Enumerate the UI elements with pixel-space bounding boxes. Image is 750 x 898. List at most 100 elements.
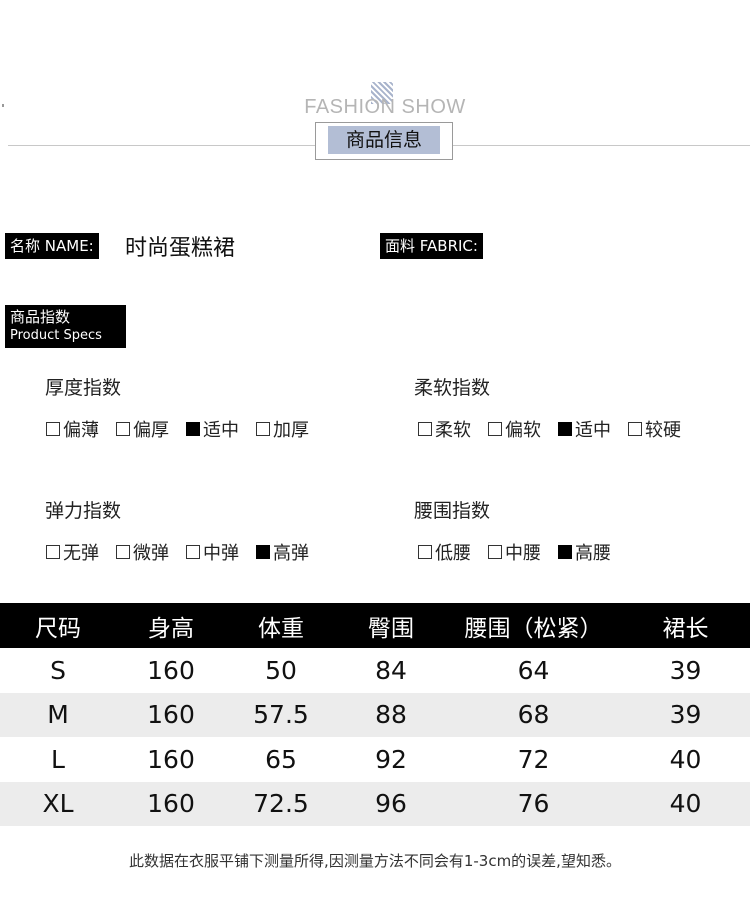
table-cell: 160	[147, 700, 195, 730]
checked-box-icon	[558, 545, 572, 559]
checked-box-icon	[256, 545, 270, 559]
table-cell: 92	[375, 744, 407, 774]
option-item[interactable]: 低腰	[418, 539, 471, 565]
option-label: 微弹	[133, 543, 169, 564]
option-label: 适中	[203, 420, 239, 441]
option-label: 较硬	[645, 420, 681, 441]
table-cell: M	[47, 700, 69, 730]
table-cell: 50	[265, 655, 297, 685]
name-value: 时尚蛋糕裙	[125, 236, 236, 261]
elasticity-title: 弹力指数	[45, 500, 122, 522]
column-header: 身高	[148, 615, 194, 642]
table-cell: 160	[147, 744, 195, 774]
checked-box-icon	[558, 422, 572, 436]
header-subtitle: FASHION SHOW	[304, 96, 466, 118]
option-label: 中腰	[505, 543, 541, 564]
column-header: 体重	[258, 615, 304, 642]
option-item[interactable]: 偏厚	[116, 416, 169, 442]
option-item[interactable]: 无弹	[46, 539, 99, 565]
option-item[interactable]: 偏软	[488, 416, 541, 442]
table-cell: 64	[517, 655, 550, 685]
checkbox-icon	[256, 422, 270, 436]
waist-options: 低腰 中腰 高腰	[418, 539, 628, 565]
specs-label-en: Product Specs	[10, 328, 102, 343]
option-label: 高腰	[575, 543, 611, 564]
table-header-row: 尺码 身高 体重 臀围 腰围（松紧） 裙长	[0, 603, 750, 648]
table-row: L 160 65 92 72 40	[0, 737, 750, 782]
option-item[interactable]: 高弹	[256, 539, 309, 565]
header-rule-right	[451, 145, 750, 146]
softness-title: 柔软指数	[414, 377, 491, 399]
option-item[interactable]: 适中	[186, 416, 239, 442]
column-header: 裙长	[662, 615, 709, 642]
table-row: M 160 57.5 88 68 39	[0, 692, 750, 737]
option-item[interactable]: 较硬	[628, 416, 681, 442]
edge-mark	[2, 104, 4, 107]
option-label: 中弹	[203, 543, 239, 564]
table-cell: S	[50, 655, 66, 685]
option-label: 低腰	[435, 543, 471, 564]
waist-title: 腰围指数	[414, 500, 491, 522]
table-row: S 160 50 84 64 39	[0, 648, 750, 693]
option-label: 柔软	[435, 420, 471, 441]
table-cell: 40	[669, 744, 702, 774]
option-item[interactable]: 中腰	[488, 539, 541, 565]
option-item[interactable]: 中弹	[186, 539, 239, 565]
table-row: XL 160 72.5 96 76 40	[0, 781, 750, 826]
option-item[interactable]: 偏薄	[46, 416, 99, 442]
option-label: 高弹	[273, 543, 309, 564]
checkbox-icon	[488, 422, 502, 436]
table-cell: 72.5	[253, 789, 309, 819]
checkbox-icon	[116, 422, 130, 436]
table-cell: 88	[375, 700, 407, 730]
column-header: 腰围（松紧）	[464, 615, 603, 642]
header-rule-left	[8, 145, 315, 146]
thickness-title: 厚度指数	[45, 377, 122, 399]
table-cell: 68	[517, 700, 550, 730]
size-table: 尺码 身高 体重 臀围 腰围（松紧） 裙长 S 160 50 84 64 39 …	[0, 603, 750, 826]
option-label: 偏薄	[63, 420, 99, 441]
thickness-options: 偏薄 偏厚 适中 加厚	[46, 416, 326, 442]
checkbox-icon	[186, 545, 200, 559]
option-label: 偏软	[505, 420, 541, 441]
softness-options: 柔软 偏软 适中 较硬	[418, 416, 698, 442]
table-cell: 160	[147, 789, 195, 819]
table-cell: 40	[669, 789, 702, 819]
specs-label: 商品指数 Product Specs	[5, 305, 126, 348]
option-item[interactable]: 加厚	[256, 416, 309, 442]
checkbox-icon	[418, 545, 432, 559]
table-cell: 76	[517, 789, 550, 819]
elasticity-options: 无弹 微弹 中弹 高弹	[46, 539, 326, 565]
table-cell: XL	[42, 789, 74, 819]
checkbox-icon	[488, 545, 502, 559]
fabric-label: 面料 FABRIC:	[380, 233, 483, 259]
checked-box-icon	[186, 422, 200, 436]
option-item[interactable]: 适中	[558, 416, 611, 442]
option-item[interactable]: 高腰	[558, 539, 611, 565]
table-cell: 160	[147, 655, 195, 685]
measurement-note: 此数据在衣服平铺下测量所得,因测量方法不同会有1-3cm的误差,望知悉。	[129, 852, 621, 870]
table-cell: 39	[669, 700, 702, 730]
option-item[interactable]: 微弹	[116, 539, 169, 565]
checkbox-icon	[628, 422, 642, 436]
option-item[interactable]: 柔软	[418, 416, 471, 442]
option-label: 偏厚	[133, 420, 169, 441]
table-cell: 84	[375, 655, 407, 685]
option-label: 加厚	[273, 420, 309, 441]
table-cell: 96	[375, 789, 407, 819]
table-cell: 57.5	[253, 700, 309, 730]
checkbox-icon	[116, 545, 130, 559]
checkbox-icon	[46, 545, 60, 559]
table-cell: L	[51, 744, 65, 774]
checkbox-icon	[46, 422, 60, 436]
table-cell: 39	[669, 655, 702, 685]
column-header: 尺码	[35, 615, 81, 642]
column-header: 臀围	[368, 615, 414, 642]
table-cell: 65	[265, 744, 297, 774]
option-label: 适中	[575, 420, 611, 441]
table-cell: 72	[517, 744, 550, 774]
page-title: 商品信息	[328, 126, 440, 154]
name-label: 名称 NAME:	[5, 233, 99, 259]
specs-label-cn: 商品指数	[10, 308, 71, 326]
option-label: 无弹	[63, 543, 99, 564]
